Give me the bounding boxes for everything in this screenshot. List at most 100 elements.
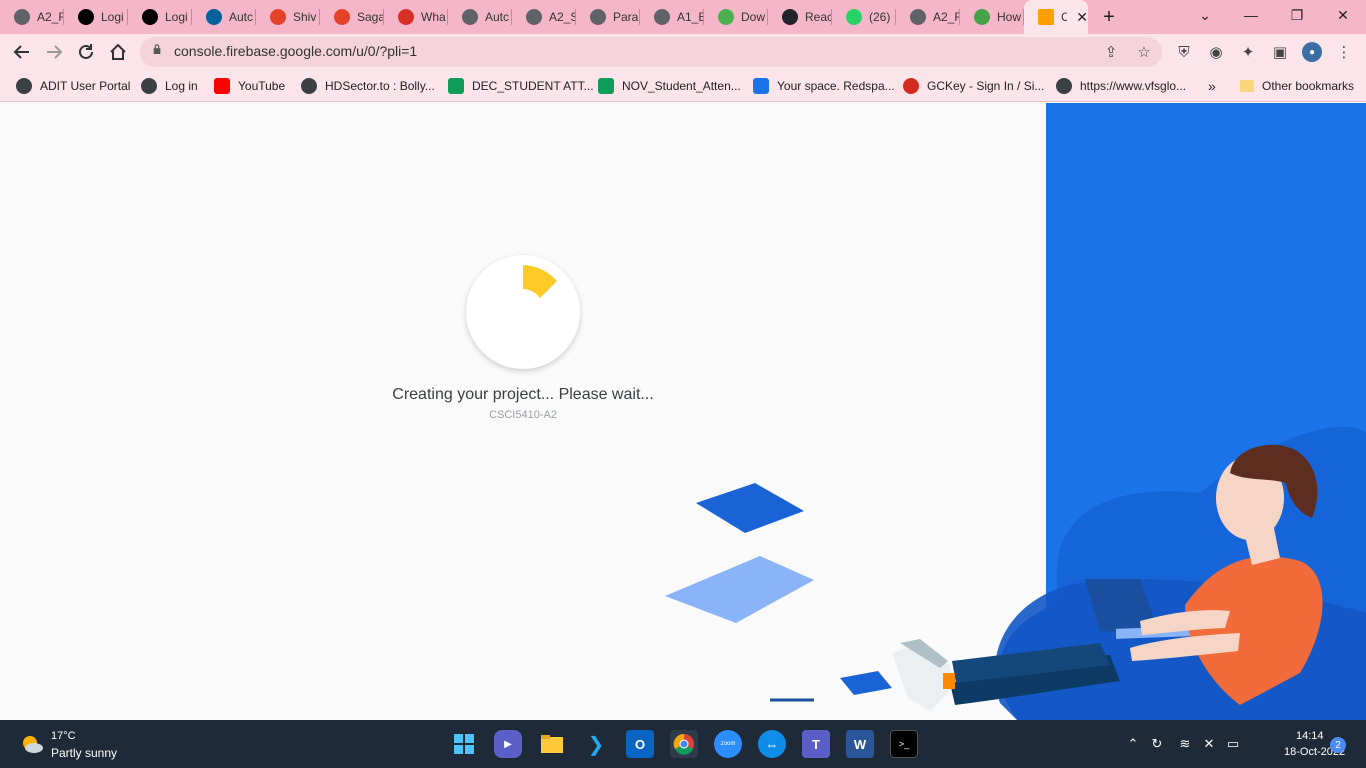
browser-tab[interactable]: A1_E — [640, 0, 704, 34]
browser-tab[interactable]: A2_F — [0, 0, 64, 34]
spinner-arc-icon — [523, 265, 557, 298]
tab-title: A1_E — [677, 10, 703, 24]
globe-icon — [526, 9, 542, 25]
browser-toolbar: console.firebase.google.com/u/0/?pli=1 ⇪… — [0, 34, 1366, 70]
globe-icon — [301, 78, 317, 94]
battery-icon[interactable]: ▭ — [1224, 734, 1242, 754]
bookmark-item[interactable]: Your space. Redspa... — [753, 76, 895, 96]
share-icon[interactable]: ⇪ — [1101, 42, 1121, 62]
teamviewer-icon[interactable]: ⇔ — [758, 730, 786, 758]
sheets-icon — [598, 78, 614, 94]
windows-taskbar: 17°C Partly sunny ▶ ❯ O zoom ⇔ T W >_ ⌃ … — [0, 720, 1366, 768]
browser-tab[interactable]: How — [960, 0, 1024, 34]
browser-tab[interactable]: Para — [576, 0, 640, 34]
clock-time[interactable]: 14:14 — [1296, 730, 1324, 742]
browser-tab[interactable]: Logi — [64, 0, 128, 34]
browser-tab[interactable]: A2_S — [512, 0, 576, 34]
partly-sunny-icon[interactable] — [20, 733, 44, 755]
teams-icon[interactable]: T — [802, 730, 830, 758]
alert-icon — [398, 9, 414, 25]
bookmark-label: ADIT User Portal — [40, 79, 131, 93]
start-button[interactable] — [450, 730, 478, 758]
tab-title: Dow — [741, 10, 766, 24]
bookmark-label: HDSector.to : Bolly... — [325, 79, 435, 93]
weather-description[interactable]: Partly sunny — [51, 746, 117, 760]
globe-icon — [1056, 78, 1072, 94]
outlook-icon[interactable]: O — [626, 730, 654, 758]
mongodb-icon — [974, 9, 990, 25]
bookmark-item[interactable]: GCKey - Sign In / Si... — [903, 76, 1044, 96]
url-text[interactable]: console.firebase.google.com/u/0/?pli=1 — [174, 43, 417, 59]
d2l-icon — [142, 9, 158, 25]
tab-list: A2_F Logi Logi Autc Shiv Saga Wha Autc A2_S Para A… — [0, 0, 1088, 34]
tab-title: (26) — [869, 10, 891, 24]
reload-icon — [79, 44, 93, 59]
zoom-icon[interactable]: zoom — [714, 730, 742, 758]
terminal-icon[interactable]: >_ — [890, 730, 918, 758]
ieee-icon — [206, 9, 222, 25]
reload-button[interactable] — [72, 38, 100, 66]
developer-illustration — [665, 426, 1366, 720]
volume-muted-icon[interactable]: ✕ — [1200, 734, 1218, 754]
menu-icon[interactable]: ⋮ — [1334, 42, 1354, 62]
browser-tab[interactable]: (26) — [832, 0, 896, 34]
tab-title: Logi — [165, 10, 188, 24]
vscode-icon[interactable]: ❯ — [582, 730, 610, 758]
bookmarks-overflow-button[interactable]: » — [1208, 76, 1216, 96]
shield-icon[interactable]: ⛨ — [1174, 42, 1194, 62]
sync-icon[interactable]: ↻ — [1148, 734, 1166, 754]
maximize-button[interactable]: ❐ — [1274, 0, 1320, 30]
bookmark-item[interactable]: HDSector.to : Bolly... — [301, 76, 435, 96]
bookmark-item[interactable]: Log in — [141, 76, 198, 96]
globe-icon — [141, 78, 157, 94]
firebase-icon — [1038, 9, 1054, 25]
chat-app-icon[interactable]: ▶ — [494, 730, 522, 758]
home-button[interactable] — [104, 38, 132, 66]
home-icon — [110, 43, 126, 60]
weather-temperature[interactable]: 17°C — [51, 730, 76, 742]
browser-tab[interactable]: Wha — [384, 0, 448, 34]
wifi-icon[interactable]: ≋ — [1176, 734, 1194, 754]
bookmark-label: YouTube — [238, 79, 286, 93]
browser-tab-active[interactable]: C ✕ — [1024, 0, 1088, 34]
browser-tab[interactable]: Autc — [192, 0, 256, 34]
notification-badge[interactable]: 2 — [1330, 737, 1346, 753]
minimize-button[interactable]: — — [1228, 0, 1274, 30]
tab-title: Shiv — [293, 10, 317, 24]
bookmark-item[interactable]: ADIT User Portal — [16, 76, 130, 96]
browser-tab[interactable]: Dow — [704, 0, 768, 34]
bookmark-item[interactable]: NOV_Student_Atten... — [598, 76, 741, 96]
new-tab-button[interactable]: + — [1094, 0, 1124, 34]
bookmark-item[interactable]: https://www.vfsglo... — [1056, 76, 1186, 96]
tab-title: Para — [613, 10, 639, 24]
word-icon[interactable]: W — [846, 730, 874, 758]
puzzle-icon[interactable]: ✦ — [1238, 42, 1258, 62]
browser-tab[interactable]: Autc — [448, 0, 512, 34]
tab-search-chevron-icon[interactable]: ⌄ — [1182, 0, 1228, 30]
browser-tab[interactable]: Shiv — [256, 0, 320, 34]
extension-film-icon[interactable]: ◉ — [1206, 42, 1226, 62]
bookmark-item[interactable]: DEC_STUDENT ATT... — [448, 76, 594, 96]
windows-logo-icon — [454, 734, 474, 754]
sheets-icon — [448, 78, 464, 94]
bookmark-label: Log in — [165, 79, 198, 93]
star-icon[interactable]: ☆ — [1134, 42, 1154, 62]
other-bookmarks-label: Other bookmarks — [1262, 79, 1355, 93]
browser-tab[interactable]: Logi — [128, 0, 192, 34]
browser-tab[interactable]: A2_F — [896, 0, 960, 34]
browser-tab[interactable]: Reac — [768, 0, 832, 34]
back-button[interactable] — [8, 38, 36, 66]
close-tab-icon[interactable]: ✕ — [1076, 9, 1088, 26]
gitlab-icon — [270, 9, 286, 25]
side-panel-icon[interactable]: ▣ — [1270, 42, 1290, 62]
bookmark-item[interactable]: YouTube — [214, 76, 285, 96]
other-bookmarks[interactable]: Other bookmarks — [1240, 76, 1354, 96]
forward-button[interactable] — [40, 38, 68, 66]
close-window-button[interactable]: ✕ — [1320, 0, 1366, 30]
browser-tab[interactable]: Saga — [320, 0, 384, 34]
chrome-icon[interactable] — [670, 730, 698, 758]
chevron-up-icon[interactable]: ⌃ — [1124, 734, 1142, 754]
file-explorer-icon[interactable] — [538, 730, 566, 758]
globe-icon — [14, 9, 30, 25]
profile-avatar[interactable]: ● — [1302, 42, 1322, 62]
